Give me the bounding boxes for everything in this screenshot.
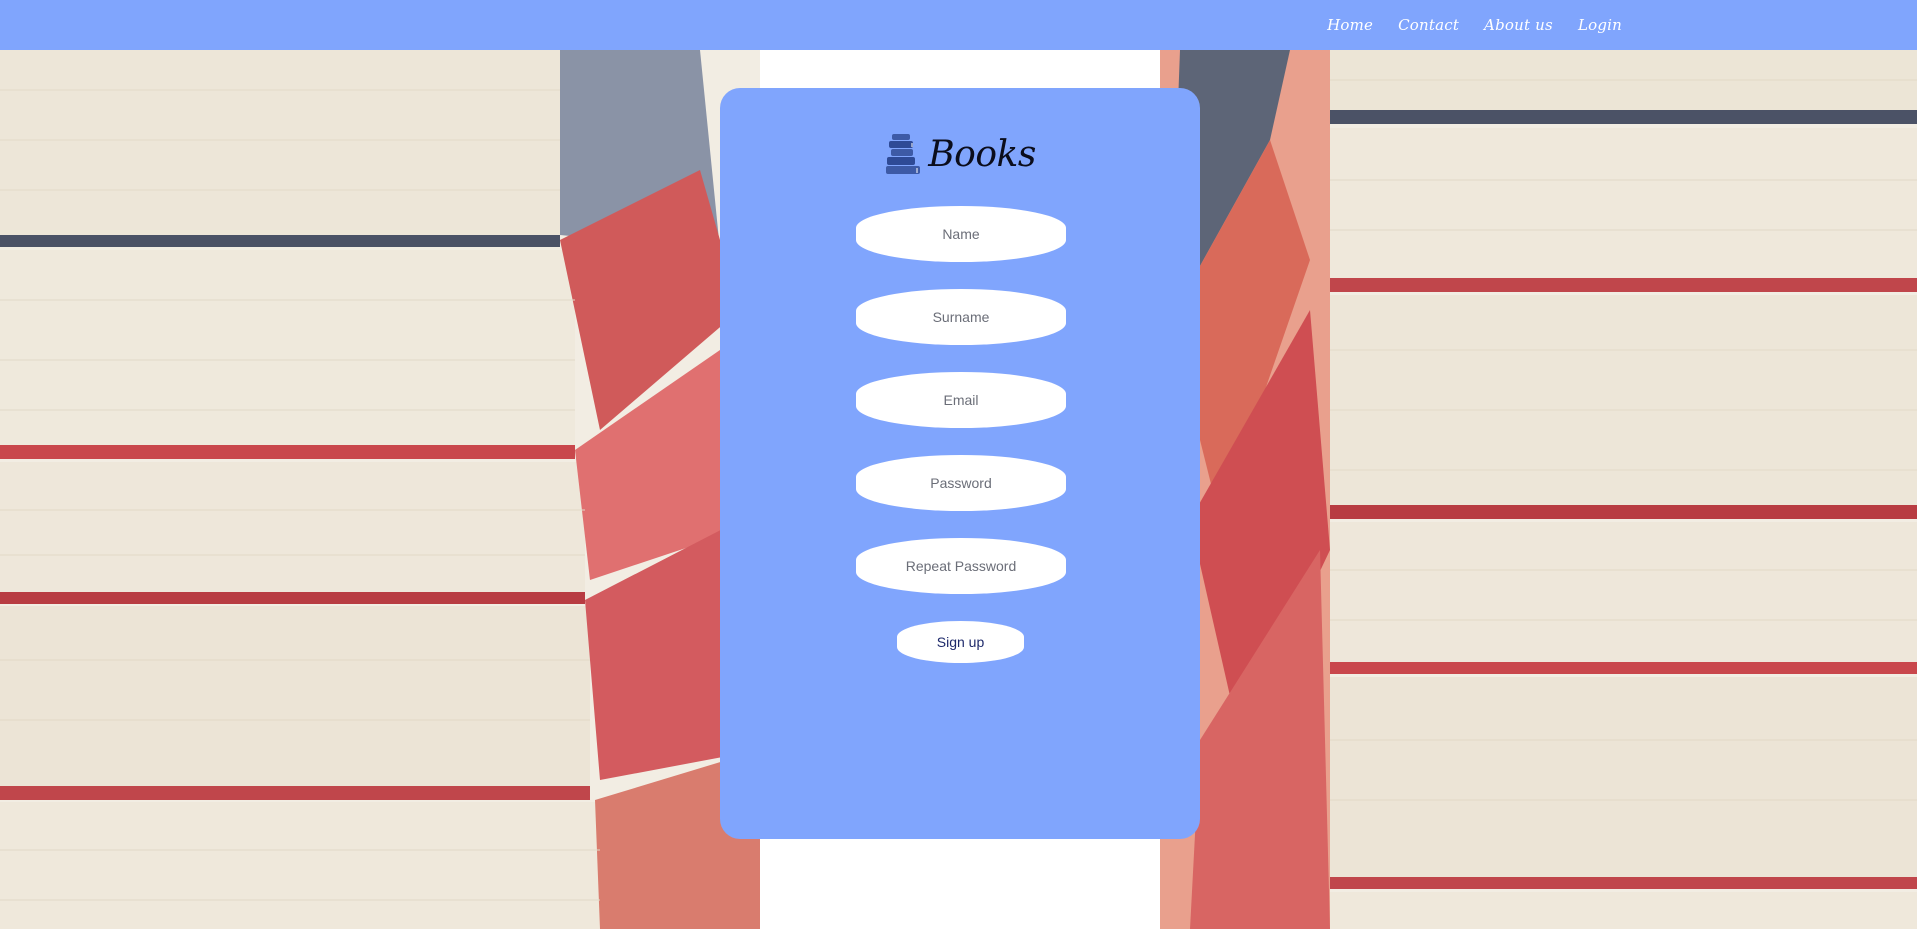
nav-link-home[interactable]: Home xyxy=(1327,16,1373,34)
nav-link-about-us[interactable]: About us xyxy=(1484,16,1553,34)
surname-field[interactable] xyxy=(856,289,1066,345)
background-books-right xyxy=(1160,50,1917,929)
email-field[interactable] xyxy=(856,372,1066,428)
top-navbar: Home Contact About us Login xyxy=(0,0,1917,50)
nav-link-login[interactable]: Login xyxy=(1578,16,1622,34)
password-field[interactable] xyxy=(856,455,1066,511)
signup-card: Books Sign up xyxy=(720,88,1200,839)
nav-links: Home Contact About us Login xyxy=(1327,0,1622,50)
brand-name: Books xyxy=(928,133,1036,175)
repeat-password-field[interactable] xyxy=(856,538,1066,594)
book-stack-icon xyxy=(886,134,921,174)
background-books-left xyxy=(0,50,760,929)
name-field[interactable] xyxy=(856,206,1066,262)
nav-link-contact[interactable]: Contact xyxy=(1398,16,1459,34)
signup-page: Home Contact About us Login Books Sign u… xyxy=(0,0,1917,929)
signup-button[interactable]: Sign up xyxy=(897,621,1024,663)
brand-logo: Books xyxy=(720,132,1200,176)
